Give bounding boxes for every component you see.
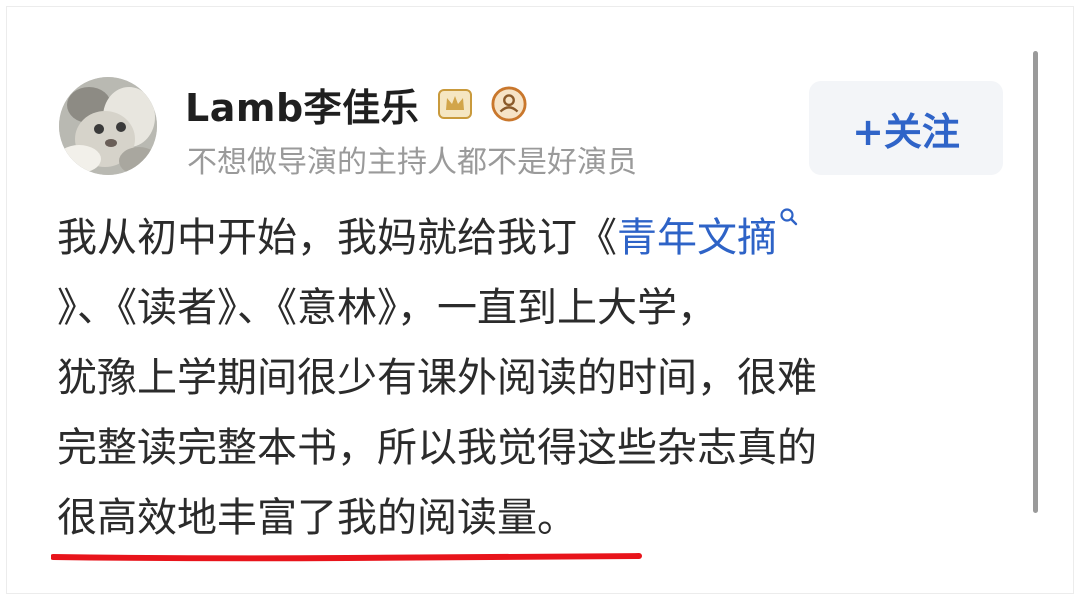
person-badge-icon[interactable]: [491, 86, 527, 122]
post-line-5-end: 。: [537, 495, 577, 541]
post-line-5: 很高效地丰富了我的阅读量。: [57, 483, 997, 553]
post-text: 我从初中开始，我妈就给我订《青年文摘 》、《读者》、《意林》，一直到上大学， 犹…: [57, 203, 997, 553]
magazine-link[interactable]: 青年文摘: [617, 215, 777, 261]
post-line-4: 完整读完整本书，所以我觉得这些杂志真的: [57, 425, 817, 471]
cat-avatar-icon: [59, 77, 157, 175]
post-line-1: 我从初中开始，我妈就给我订《青年文摘: [57, 203, 997, 273]
follow-button[interactable]: +关注: [809, 81, 1003, 175]
post-line-1-prefix: 我从初中开始，我妈就给我订《: [57, 215, 617, 261]
red-underline-mark: [51, 553, 643, 562]
post-line-2: 》、《读者》、《意林》，一直到上大学，: [57, 285, 717, 331]
post-card: Lamb李佳乐 不想做导演的主持人都不是好演员 +关注 我从初中开始，我妈就给我…: [6, 6, 1074, 594]
search-icon[interactable]: [779, 207, 799, 227]
post-line-3: 犹豫上学期间很少有课外阅读的时间，很难: [57, 355, 817, 401]
scrollbar[interactable]: [1033, 51, 1038, 513]
author-avatar[interactable]: [59, 77, 157, 175]
author-bio: 不想做导演的主持人都不是好演员: [187, 145, 637, 180]
underlined-phrase: 很高效地丰富了我的阅读量: [57, 495, 537, 541]
crown-badge-icon[interactable]: [437, 86, 473, 122]
author-row: Lamb李佳乐: [185, 77, 527, 132]
author-name[interactable]: Lamb李佳乐: [185, 77, 419, 132]
